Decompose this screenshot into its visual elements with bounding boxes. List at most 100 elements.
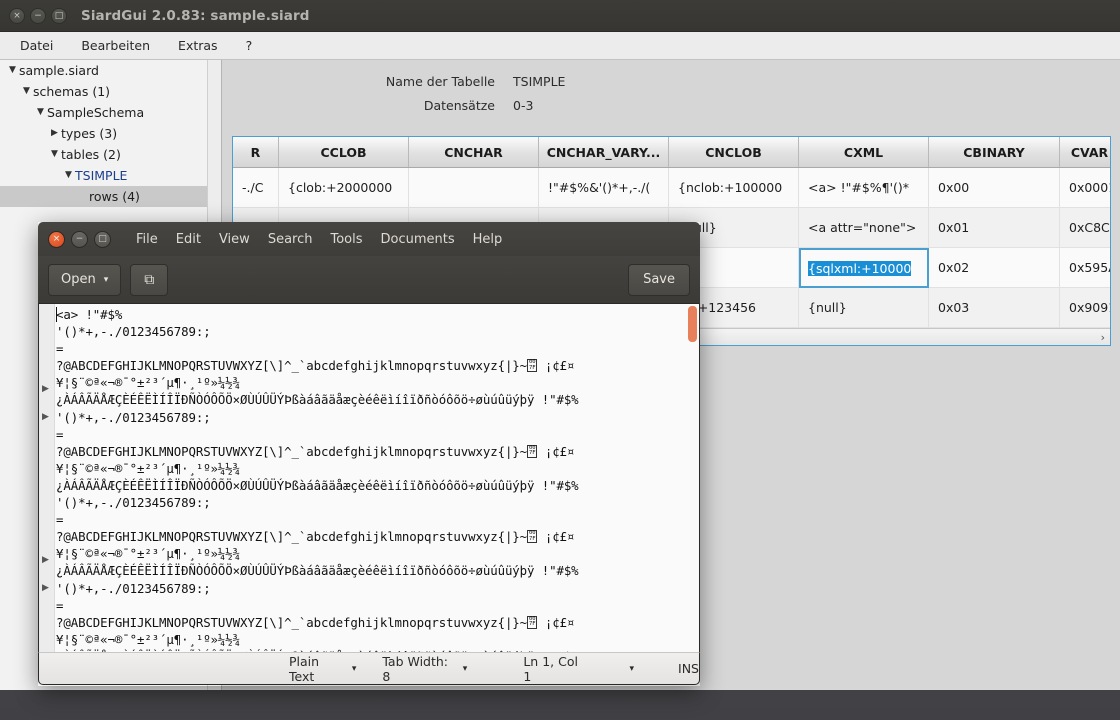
table-cell[interactable]: {null} — [799, 288, 929, 328]
menu-documents[interactable]: Documents — [372, 229, 464, 250]
tree-item-sample-siard[interactable]: ▼ sample.siard — [0, 60, 221, 81]
table-cell[interactable]: 0xC8C9 — [1060, 208, 1110, 248]
menu-edit[interactable]: Edit — [167, 229, 210, 250]
table-cell[interactable]: -./C — [233, 168, 279, 208]
text-cursor — [56, 307, 57, 322]
scrollbar-thumb[interactable] — [688, 306, 697, 342]
table-cell[interactable]: 0x9091 — [1060, 288, 1110, 328]
chevron-right-icon[interactable]: ▶ — [48, 123, 61, 144]
maximize-icon[interactable]: □ — [94, 230, 111, 248]
table-cell[interactable]: 0x03 — [929, 288, 1060, 328]
tab-width-selector[interactable]: Tab Width: 8 ▾ — [382, 654, 467, 684]
table-metadata: Name der Tabelle TSIMPLE Datensätze 0-3 — [223, 60, 1120, 128]
menu-extras[interactable]: Extras — [164, 34, 232, 57]
chevron-down-icon[interactable]: ▼ — [6, 60, 19, 81]
menu-file[interactable]: File — [127, 229, 167, 250]
tree-item-tables-2[interactable]: ▼ tables (2) — [0, 144, 221, 165]
gedit-titlebar[interactable]: × − □ File Edit View Search Tools Docume… — [38, 222, 700, 256]
maximize-icon[interactable]: □ — [51, 7, 67, 24]
table-cell[interactable]: 0x595A — [1060, 248, 1110, 288]
siardgui-window-title: SiardGui 2.0.83: sample.siard — [81, 7, 310, 24]
line-wrap-arrow-icon: ▶ — [42, 583, 49, 593]
siardgui-titlebar[interactable]: × − □ SiardGui 2.0.83: sample.siard — [0, 0, 1120, 32]
gedit-statusbar: Plain Text ▾ Tab Width: 8 ▾ Ln 1, Col 1 … — [38, 652, 700, 685]
scroll-right-icon[interactable]: › — [1101, 331, 1105, 344]
column-header-cnchar_vary[interactable]: CNCHAR_VARY... — [539, 137, 669, 167]
column-header-cxml[interactable]: CXML — [799, 137, 929, 167]
table-cell[interactable] — [409, 168, 539, 208]
column-header-cbinary[interactable]: CBINARY — [929, 137, 1060, 167]
minimize-icon[interactable]: − — [71, 230, 88, 248]
text-line: ¥¦§¨©ª«¬­®¯°±²³´µ¶·¸¹º»¼½¾ — [56, 546, 240, 562]
table-cell[interactable]: {clob:+2000000 — [279, 168, 409, 208]
close-icon[interactable]: × — [9, 7, 25, 24]
gedit-vertical-scrollbar[interactable] — [686, 304, 699, 652]
siardgui-menubar: Datei Bearbeiten Extras ? — [0, 32, 1120, 60]
menu-view[interactable]: View — [210, 229, 259, 250]
table-cell[interactable]: !"#$%&'()*+,-./( — [539, 168, 669, 208]
table-row[interactable]: -./C {clob:+2000000 !"#$%&'()*+,-./({nclob… — [233, 168, 1110, 208]
text-line: ?@ABCDEFGHIJKLMNOPQRSTUVWXYZ[\]^_`abcdef… — [56, 443, 575, 459]
line-wrap-arrow-icon: ▶ — [42, 555, 49, 565]
gedit-text-area[interactable]: ▶▶▶▶▶▶ <a> !"#$%'()*+,-./0123456789:;=?@… — [38, 304, 700, 652]
menu-search[interactable]: Search — [259, 229, 322, 250]
tree-item-rows-4[interactable]: rows (4) — [0, 186, 221, 207]
open-button[interactable]: Open ▾ — [48, 263, 122, 296]
menu-bearbeiten[interactable]: Bearbeiten — [67, 34, 164, 57]
new-document-icon: ⧉ — [144, 271, 155, 288]
line-wrap-arrow-icon: ▶ — [42, 384, 49, 394]
text-line: '()*+,-./0123456789:; — [56, 409, 211, 425]
table-cell[interactable]: 0x01 — [929, 208, 1060, 248]
menu-datei[interactable]: Datei — [6, 34, 67, 57]
close-glyph: × — [52, 233, 61, 244]
chevron-down-icon[interactable]: ▼ — [62, 165, 75, 186]
table-cell[interactable]: {nclob:+100000 — [669, 168, 799, 208]
chevron-down-icon[interactable]: ▼ — [48, 144, 61, 165]
minimize-glyph: − — [75, 233, 84, 244]
tree-item-sampleschema[interactable]: ▼ SampleSchema — [0, 102, 221, 123]
table-cell[interactable]: 0x00 — [929, 168, 1060, 208]
menu-tools[interactable]: Tools — [321, 229, 371, 250]
column-header-cclob[interactable]: CCLOB — [279, 137, 409, 167]
tree-item-label: TSIMPLE — [75, 168, 128, 183]
close-icon[interactable]: × — [48, 230, 65, 248]
gedit-document-text[interactable]: <a> !"#$% '()*+,-./0123456789:; = ?@ABCDEFG… — [56, 306, 685, 652]
meta-label-table-name: Name der Tabelle — [385, 74, 495, 89]
tab-width-label: Tab Width: 8 — [382, 653, 449, 684]
menu-help[interactable]: Help — [464, 229, 512, 250]
column-header-cvar[interactable]: CVAR — [1060, 137, 1110, 167]
meta-row-table-name: Name der Tabelle TSIMPLE — [223, 74, 1120, 89]
table-cell[interactable]: 0x02 — [929, 248, 1060, 288]
language-selector[interactable]: Plain Text ▾ — [289, 654, 356, 684]
new-tab-button[interactable]: ⧉ — [130, 263, 169, 296]
chevron-down-icon[interactable]: ▼ — [20, 81, 33, 102]
column-header-cnchar[interactable]: CNCHAR — [409, 137, 539, 167]
column-header-cnclob[interactable]: CNCLOB — [669, 137, 799, 167]
menu-help[interactable]: ? — [232, 34, 267, 57]
control-char-glyph-icon: 00 7F — [527, 359, 538, 373]
meta-value-table-name: TSIMPLE — [513, 74, 566, 89]
table-cell[interactable]: <a attr="none"> — [799, 208, 929, 248]
tree-item-label: types (3) — [61, 126, 118, 141]
cell-selection-text: {sqlxml:+10000 — [808, 260, 912, 276]
text-line: ?@ABCDEFGHIJKLMNOPQRSTUVWXYZ[\]^_`abcdef… — [56, 358, 575, 374]
text-line: '()*+,-./0123456789:; — [56, 495, 211, 511]
table-cell-selected[interactable]: {sqlxml:+10000 — [799, 248, 929, 288]
table-cell[interactable]: <a> !"#$%¶'()* — [799, 168, 929, 208]
insert-mode-indicator[interactable]: INS — [678, 661, 699, 676]
maximize-glyph: □ — [54, 10, 64, 21]
chevron-down-icon[interactable]: ▼ — [34, 102, 47, 123]
data-grid-header: R CCLOB CNCHAR CNCHAR_VARY... CNCLOB CXML CBIN… — [233, 137, 1110, 168]
tree-item-schemas-1[interactable]: ▼ schemas (1) — [0, 81, 221, 102]
column-header-r[interactable]: R — [233, 137, 279, 167]
schema-tree: ▼ sample.siard ▼ schemas (1) ▼ SampleSchema ▶ t… — [0, 60, 221, 207]
text-line: ¥¦§¨©ª«¬­®¯°±²³´µ¶·¸¹º»¼½¾ — [56, 631, 240, 647]
maximize-glyph: □ — [98, 233, 107, 244]
chevron-down-icon[interactable]: ▾ — [629, 664, 634, 674]
tree-item-label: sample.siard — [19, 63, 99, 78]
table-cell[interactable]: 0x0001 — [1060, 168, 1110, 208]
tree-item-tsimple[interactable]: ▼ TSIMPLE — [0, 165, 221, 186]
tree-item-types-3[interactable]: ▶ types (3) — [0, 123, 221, 144]
minimize-icon[interactable]: − — [30, 7, 46, 24]
save-button[interactable]: Save — [628, 263, 690, 296]
